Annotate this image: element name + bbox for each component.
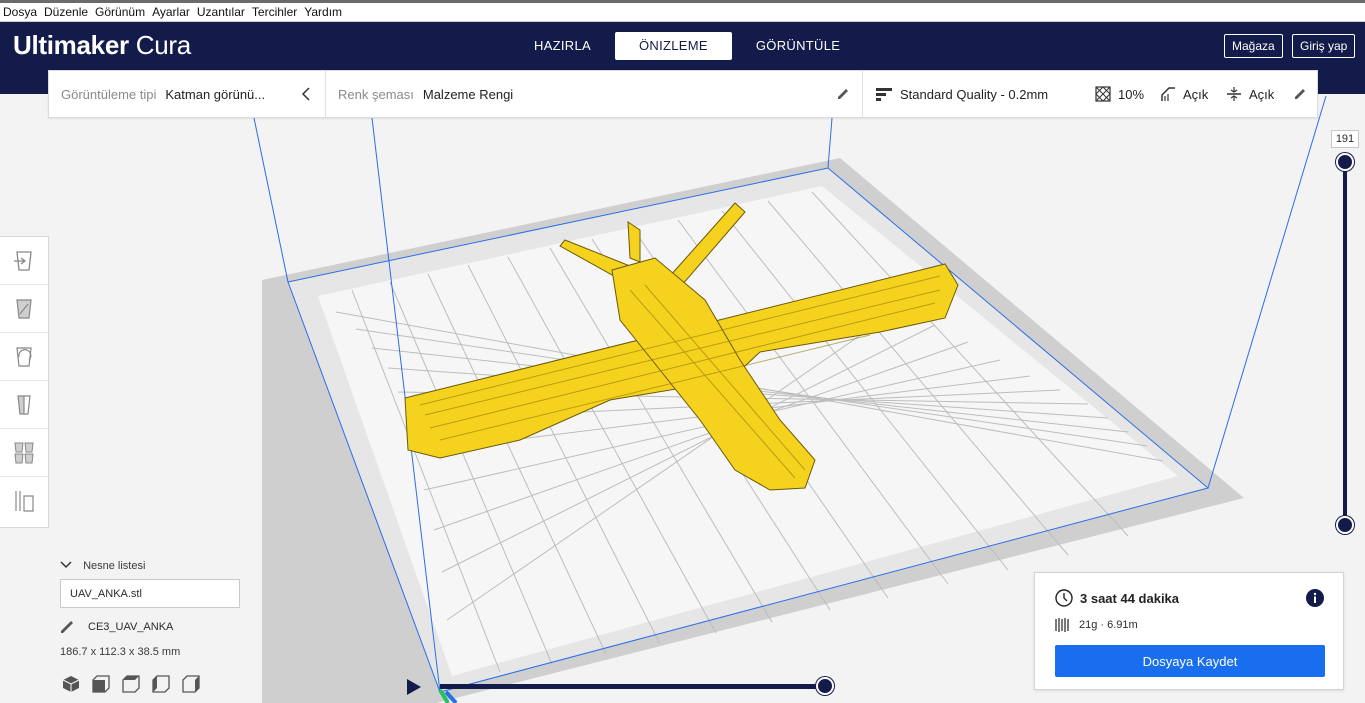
- print-time-text: 3 saat 44 dakika: [1080, 590, 1180, 606]
- pencil-icon[interactable]: [837, 88, 849, 100]
- marketplace-button[interactable]: Mağaza: [1224, 34, 1283, 58]
- tab-monitor[interactable]: GÖRÜNTÜLE: [732, 32, 864, 60]
- tab-preview[interactable]: ÖNIZLEME: [615, 32, 732, 60]
- infill-setting[interactable]: 10%: [1095, 71, 1144, 117]
- tab-prepare[interactable]: HAZIRLA: [510, 32, 615, 60]
- menu-help[interactable]: Yardım: [304, 5, 342, 19]
- save-to-disk-button[interactable]: Dosyaya Kaydet: [1055, 645, 1325, 677]
- job-name-text: CE3_UAV_ANKA: [88, 621, 174, 633]
- view-3d-icon[interactable]: [62, 674, 92, 694]
- support-value: Açık: [1183, 86, 1209, 102]
- menu-preferences[interactable]: Tercihler: [252, 5, 297, 19]
- chevron-left-icon[interactable]: [301, 87, 311, 101]
- view-left-icon[interactable]: [152, 674, 182, 694]
- job-name[interactable]: CE3_UAV_ANKA: [60, 620, 173, 634]
- profile-quality-icon: [876, 88, 892, 101]
- support-blocker-icon[interactable]: [0, 477, 48, 525]
- profile-value: Standard Quality - 0.2mm: [900, 86, 1049, 102]
- object-list-item[interactable]: UAV_ANKA.stl: [60, 579, 240, 608]
- menu-extensions[interactable]: Uzantılar: [197, 5, 245, 19]
- material-usage-text: 21g · 6.91m: [1079, 619, 1138, 631]
- adhesion-icon: [1227, 87, 1241, 101]
- print-time: 3 saat 44 dakika: [1055, 589, 1179, 607]
- view-top-icon[interactable]: [122, 674, 152, 694]
- view-right-icon[interactable]: [182, 674, 212, 694]
- play-icon[interactable]: [406, 678, 422, 696]
- stage-tabs: HAZIRLA ÖNIZLEME GÖRÜNTÜLE: [510, 32, 864, 60]
- print-profile-selector[interactable]: Standard Quality - 0.2mm: [876, 71, 1048, 117]
- view-type-selector[interactable]: Görüntüleme tipi Katman görünü...: [61, 71, 265, 117]
- chevron-down-icon: [60, 561, 72, 569]
- mirror-tool-icon[interactable]: [0, 381, 48, 429]
- rotate-tool-icon[interactable]: [0, 333, 48, 381]
- infill-value: 10%: [1118, 86, 1145, 102]
- adhesion-value: Açık: [1249, 86, 1275, 102]
- menu-edit[interactable]: Düzenle: [44, 5, 88, 19]
- layer-number-input[interactable]: 191: [1331, 130, 1359, 148]
- view-type-label: Görüntüleme tipi: [61, 86, 157, 102]
- object-list-header[interactable]: Nesne listesi: [60, 560, 145, 572]
- print-info-panel: 3 saat 44 dakika 21g · 6.91m Dosyaya Kay…: [1034, 572, 1344, 690]
- object-list-title: Nesne listesi: [83, 560, 146, 572]
- color-scheme-label: Renk şeması: [338, 86, 414, 102]
- filament-spool-icon: [1055, 618, 1069, 632]
- menu-file[interactable]: Dosya: [3, 5, 37, 19]
- color-scheme-value: Malzeme Rengi: [422, 86, 514, 102]
- path-slider-track[interactable]: [440, 684, 825, 689]
- per-model-settings-icon[interactable]: [0, 429, 48, 477]
- signin-button[interactable]: Giriş yap: [1292, 34, 1356, 58]
- color-scheme-selector[interactable]: Renk şeması Malzeme Rengi: [338, 71, 513, 117]
- layer-slider-upper-handle[interactable]: [1336, 153, 1354, 171]
- camera-view-buttons: [62, 674, 212, 694]
- view-settings-bar: Görüntüleme tipi Katman görünü... Renk ş…: [48, 70, 1318, 118]
- path-slider-handle[interactable]: [816, 677, 834, 695]
- layer-slider-lower-handle[interactable]: [1336, 516, 1354, 534]
- infill-icon: [1095, 86, 1111, 102]
- view-type-value: Katman görünü...: [165, 86, 266, 102]
- app-logo: Ultimaker Cura: [13, 30, 191, 60]
- menu-view[interactable]: Görünüm: [95, 5, 145, 19]
- scale-tool-icon[interactable]: [0, 285, 48, 333]
- adhesion-setting[interactable]: Açık: [1226, 71, 1274, 117]
- tool-sidebar: [0, 236, 49, 528]
- edit-profile-pencil-icon[interactable]: [1294, 88, 1306, 100]
- menu-bar: Dosya Düzenle Görünüm Ayarlar Uzantılar …: [0, 0, 1365, 22]
- move-tool-icon[interactable]: [0, 237, 48, 285]
- object-dimensions: 186.7 x 112.3 x 38.5 mm: [60, 646, 181, 658]
- view-front-icon[interactable]: [92, 674, 122, 694]
- pencil-icon: [61, 621, 73, 633]
- menu-settings[interactable]: Ayarlar: [152, 5, 190, 19]
- info-icon[interactable]: [1306, 589, 1324, 607]
- support-setting[interactable]: Açık: [1160, 71, 1208, 117]
- material-usage: 21g · 6.91m: [1055, 617, 1138, 633]
- layer-slider-track[interactable]: [1343, 162, 1347, 525]
- support-icon: [1161, 87, 1175, 101]
- clock-icon: [1055, 589, 1073, 607]
